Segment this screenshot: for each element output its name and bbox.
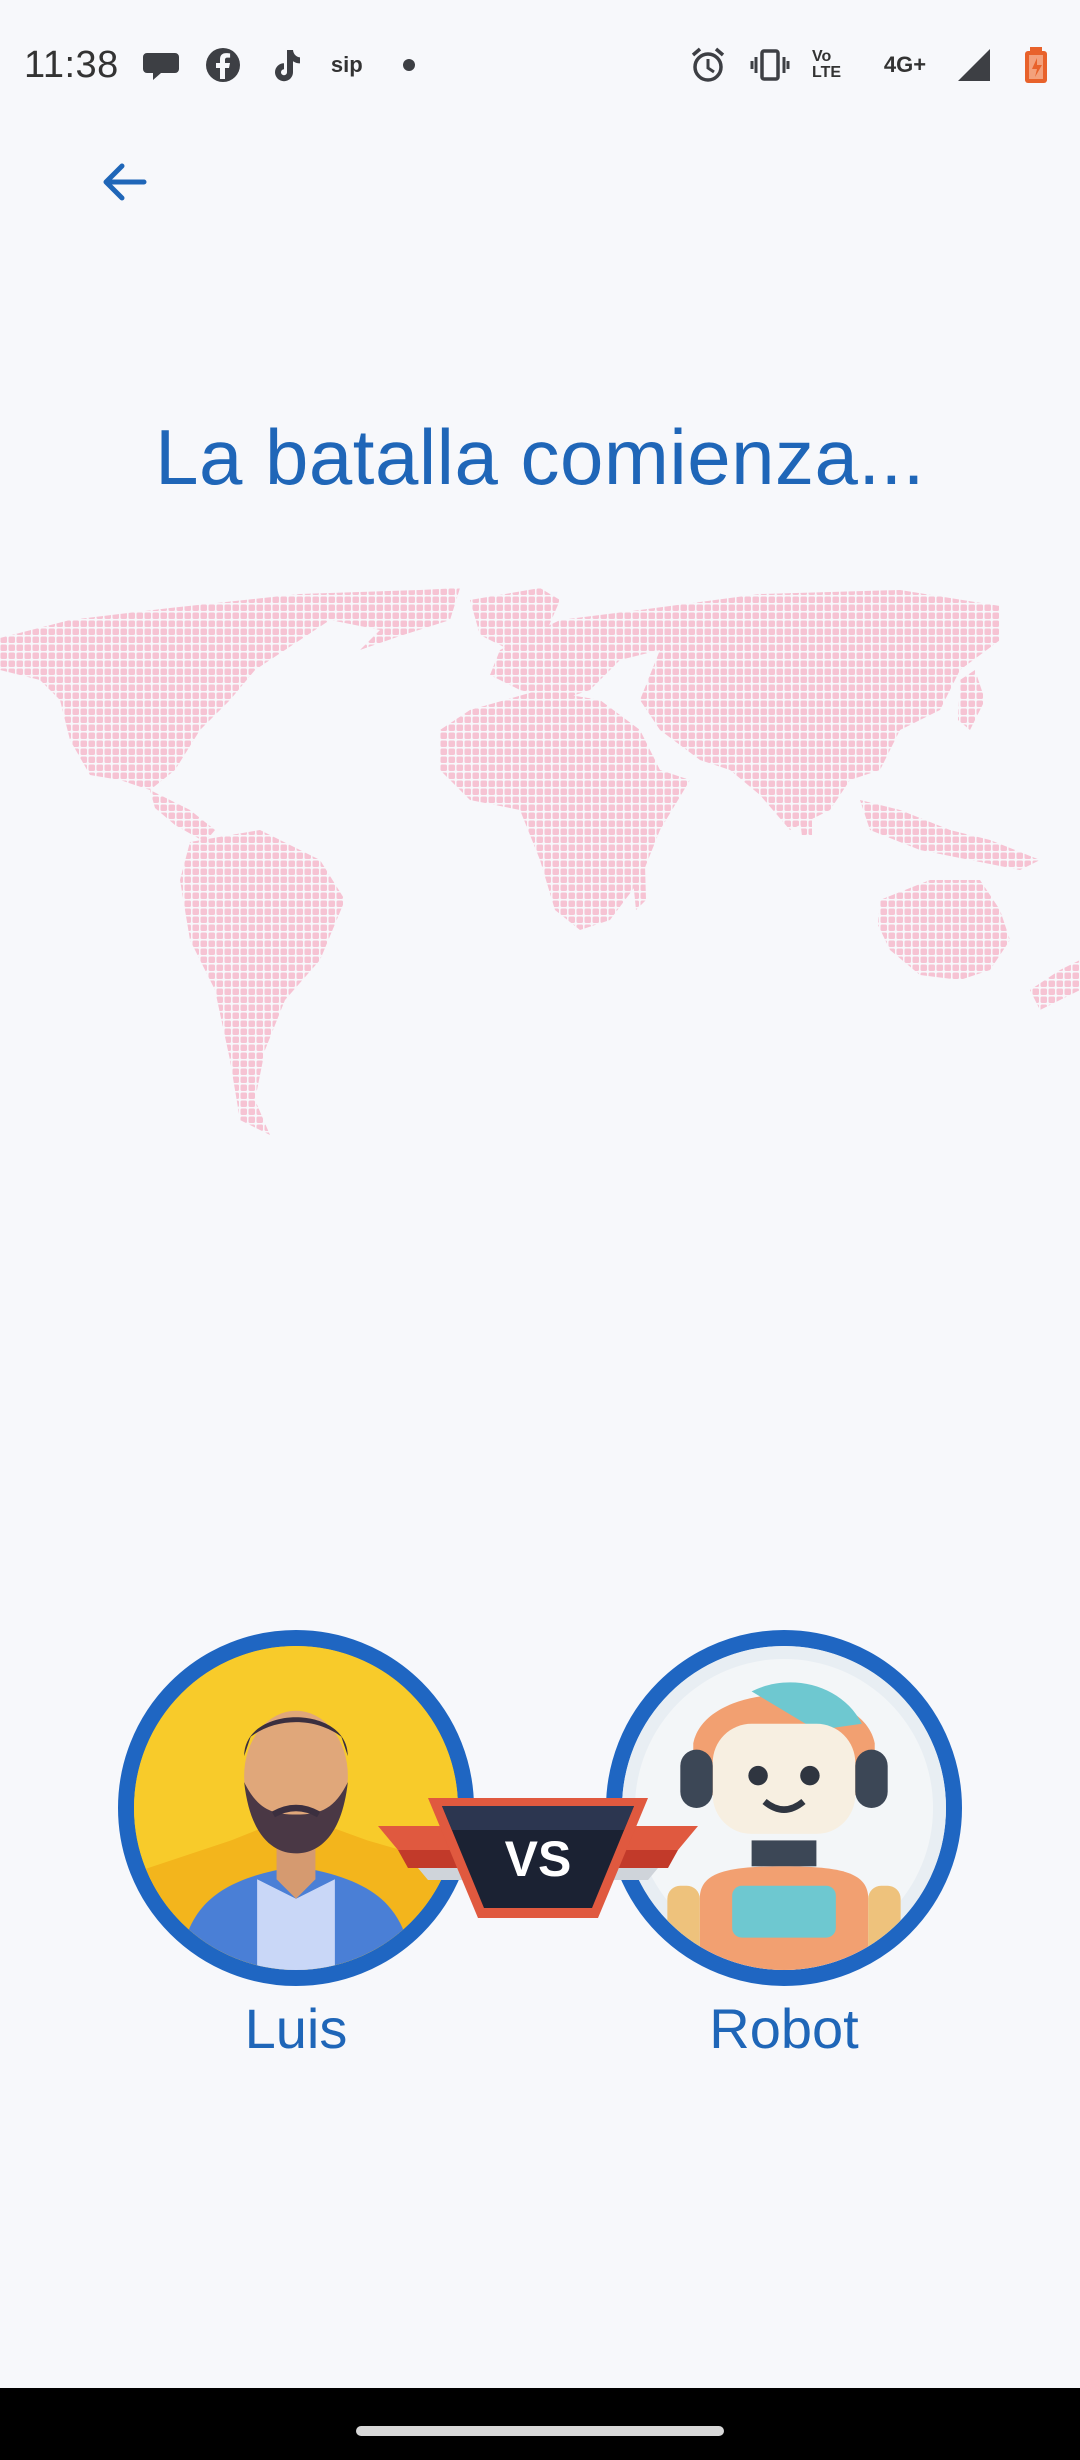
alarm-icon xyxy=(688,45,728,85)
arrow-left-icon xyxy=(103,163,147,201)
back-button[interactable] xyxy=(92,150,156,214)
vs-label: VS xyxy=(505,1831,572,1887)
status-left: 11:38 sip xyxy=(24,44,429,87)
battle-versus: VS Luis Robot xyxy=(0,1620,1080,2080)
volte-icon: Vo LTE xyxy=(812,48,842,81)
home-indicator[interactable] xyxy=(356,2426,724,2436)
sip-icon: sip xyxy=(330,52,363,77)
page-title: La batalla comienza... xyxy=(155,413,925,501)
vibrate-icon xyxy=(750,45,790,85)
network-4g-icon: 4G+ xyxy=(883,52,927,77)
signal-icon xyxy=(954,45,994,85)
player-name-left: Luis xyxy=(244,1997,348,2060)
continents xyxy=(0,588,1080,1135)
facebook-icon xyxy=(203,45,243,85)
system-nav-bar xyxy=(0,2388,1080,2460)
status-right: Vo LTE 4G+ xyxy=(688,45,1056,85)
world-map-image xyxy=(0,588,1080,1135)
dot-icon xyxy=(389,45,429,85)
tiktok-icon xyxy=(265,45,305,85)
player-name-right: Robot xyxy=(709,1997,859,2060)
status-time: 11:38 xyxy=(24,43,119,86)
vs-badge: VS xyxy=(378,1798,698,1918)
status-bar: 11:38 sip Vo LTE 4G+ xyxy=(0,0,1080,130)
chat-bubble-icon xyxy=(141,45,181,85)
battery-icon xyxy=(1016,45,1056,85)
